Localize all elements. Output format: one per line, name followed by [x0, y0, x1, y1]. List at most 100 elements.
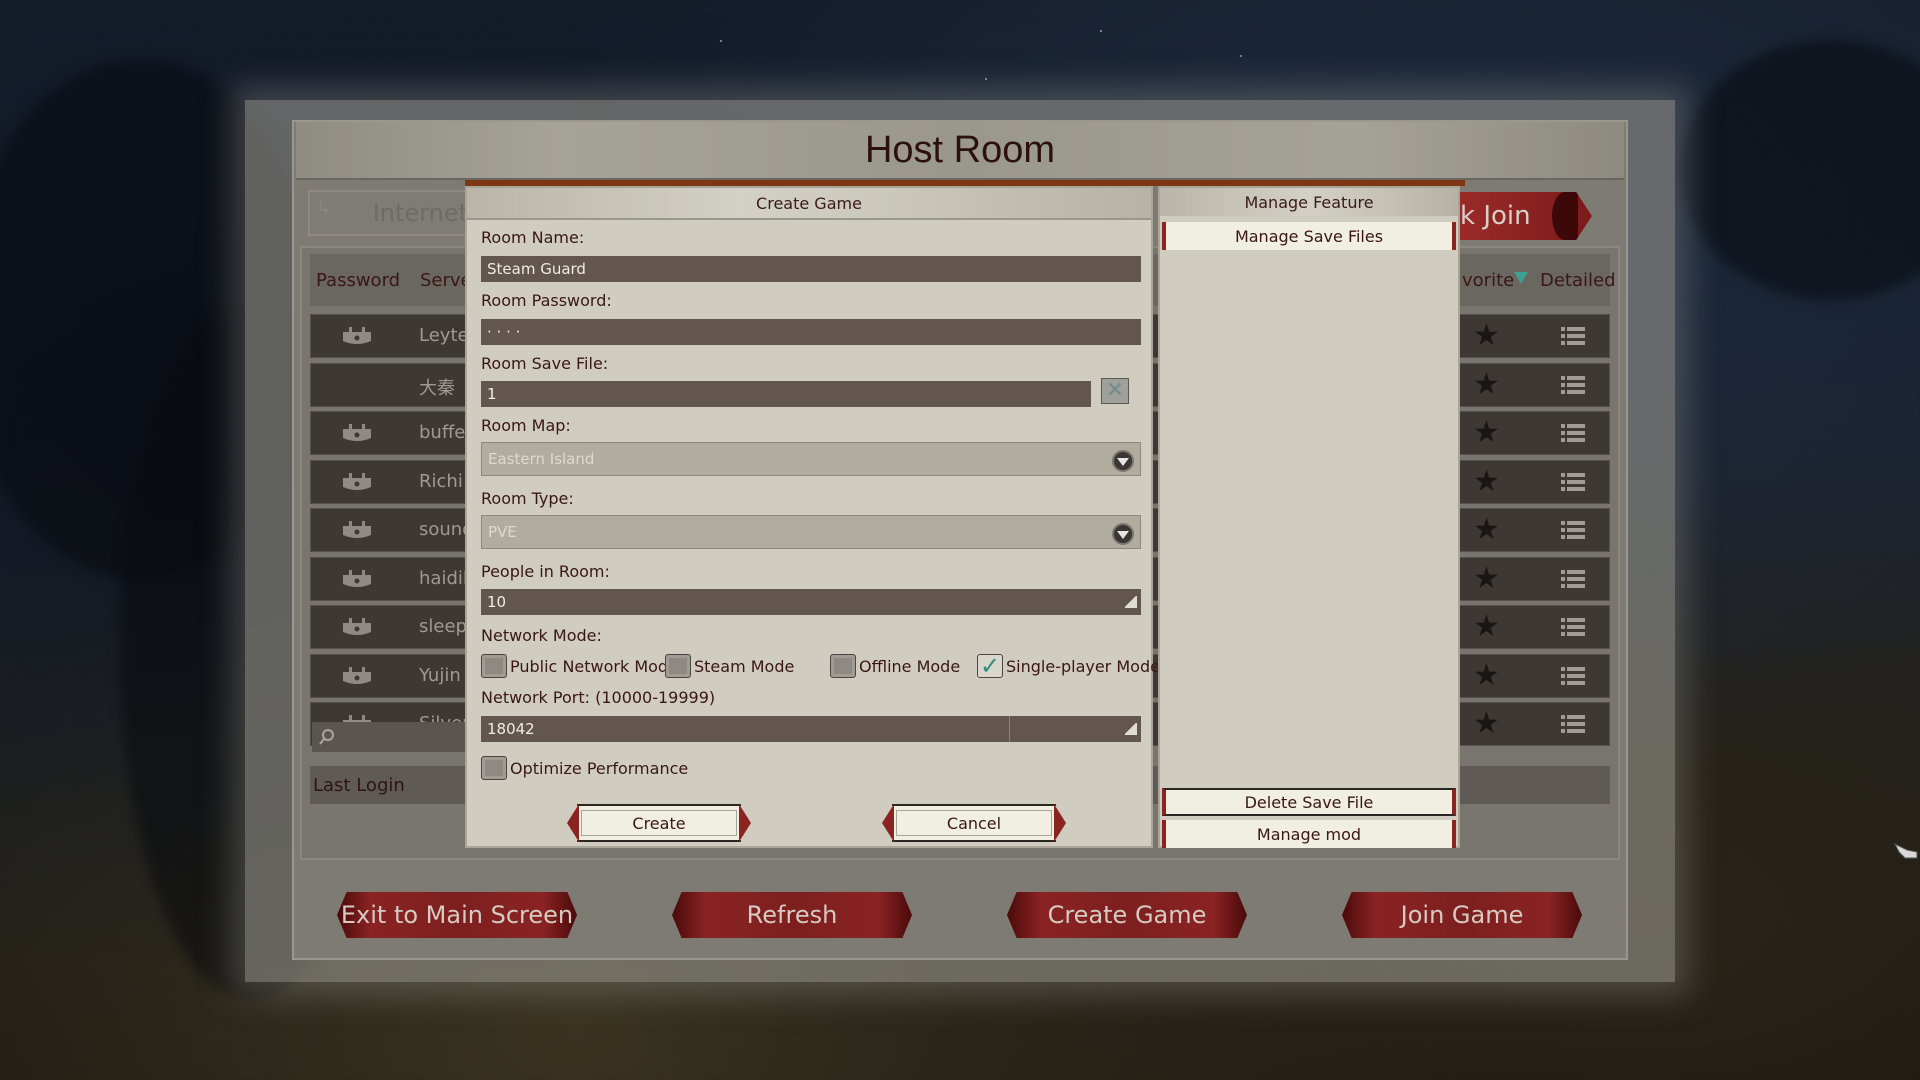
checkbox-optimize-performance[interactable]: Optimize Performance: [481, 756, 688, 780]
details-list-icon[interactable]: [1561, 569, 1585, 588]
favorite-star-icon[interactable]: ★: [1473, 563, 1500, 594]
chevron-down-icon[interactable]: [1112, 523, 1134, 545]
checkbox-label: Optimize Performance: [510, 758, 689, 778]
checkbox-label: Single-player Mode: [1006, 656, 1160, 676]
room-name-input[interactable]: Steam Guard: [481, 256, 1141, 282]
refresh-button[interactable]: Refresh: [672, 892, 912, 938]
server-name: 大秦: [419, 377, 455, 399]
page-title: Host Room: [864, 128, 1056, 171]
checkbox-box[interactable]: [830, 654, 856, 678]
search-bar[interactable]: [312, 722, 472, 752]
exit-label: Exit to Main Screen: [340, 901, 574, 929]
create-game-button[interactable]: Create Game: [1007, 892, 1247, 938]
room-password-value: · · · ·: [487, 323, 521, 341]
checkbox-label: Steam Mode: [694, 656, 795, 676]
details-list-icon[interactable]: [1561, 327, 1585, 345]
create-button[interactable]: Create: [577, 804, 741, 842]
checkbox-single-player-mode[interactable]: ✓ Single-player Mode: [977, 652, 1160, 680]
details-list-icon[interactable]: [1561, 715, 1585, 733]
network-mode-group: Public Network Mode Steam Mode Offline M…: [481, 652, 1161, 682]
title-bar: Host Room: [296, 122, 1624, 180]
details-list-icon[interactable]: [1561, 472, 1585, 491]
clear-x-icon: ✕: [1105, 378, 1125, 403]
checkbox-box[interactable]: [481, 654, 507, 678]
tab-internet[interactable]: ↳ Internet: [308, 190, 478, 236]
room-map-label: Room Map:: [481, 416, 571, 435]
details-list-icon[interactable]: [1561, 521, 1585, 539]
delete-save-file-button[interactable]: Delete Save File: [1162, 788, 1456, 816]
delete-save-file-label: Delete Save File: [1244, 792, 1374, 812]
server-name: Richi: [419, 470, 463, 492]
lock-icon: [343, 472, 371, 490]
checkbox-label: Offline Mode: [859, 656, 961, 676]
room-password-input[interactable]: · · · ·: [481, 319, 1141, 345]
people-in-room-input[interactable]: 10: [481, 589, 1141, 615]
checkmark-icon[interactable]: ✓: [977, 652, 1003, 680]
checkbox-steam-mode[interactable]: Steam Mode: [665, 654, 794, 678]
manage-feature-title: Manage Feature: [1244, 192, 1374, 212]
checkbox-offline-mode[interactable]: Offline Mode: [830, 654, 960, 678]
details-list-icon[interactable]: [1561, 618, 1585, 636]
lock-icon: [343, 327, 371, 344]
column-detailed[interactable]: Detailed: [1540, 270, 1616, 291]
quick-join-button[interactable]: k Join: [1460, 192, 1592, 240]
manage-feature-panel: Manage Feature Manage Save Files Delete …: [1158, 186, 1460, 848]
network-port-value: 18042: [487, 720, 535, 738]
search-icon: [319, 729, 334, 745]
checkbox-public-network-mode[interactable]: Public Network Mode: [481, 654, 678, 678]
button-frame: [581, 810, 737, 836]
palm-silhouette: [1680, 40, 1920, 300]
clear-save-file-button[interactable]: ✕: [1101, 378, 1129, 404]
favorite-star-icon[interactable]: ★: [1473, 418, 1500, 448]
lock-icon: [343, 666, 371, 684]
lock-icon: [343, 521, 371, 538]
column-server[interactable]: Serve: [420, 270, 472, 291]
favorite-star-icon[interactable]: ★: [1473, 612, 1500, 642]
room-type-select[interactable]: PVE: [481, 515, 1141, 549]
resize-handle-icon: [1125, 723, 1137, 735]
manage-save-files-button[interactable]: Manage Save Files: [1162, 222, 1456, 250]
chevron-down-icon[interactable]: [1112, 450, 1134, 472]
exit-to-main-screen-button[interactable]: Exit to Main Screen: [337, 892, 577, 938]
details-list-icon[interactable]: [1561, 375, 1585, 394]
room-map-select[interactable]: Eastern Island: [481, 442, 1141, 476]
join-game-button[interactable]: Join Game: [1342, 892, 1582, 938]
checkbox-box[interactable]: [665, 654, 691, 678]
favorite-star-icon[interactable]: ★: [1473, 369, 1500, 400]
checkbox-label: Public Network Mode: [510, 656, 678, 676]
favorite-star-icon[interactable]: ★: [1473, 321, 1500, 351]
create-game-label: Create Game: [1047, 901, 1207, 929]
network-mode-label: Network Mode:: [481, 626, 602, 645]
cancel-button[interactable]: Cancel: [892, 804, 1056, 842]
column-favorite[interactable]: vorite: [1462, 270, 1514, 291]
room-type-label: Room Type:: [481, 489, 574, 508]
refresh-label: Refresh: [746, 901, 838, 929]
column-password[interactable]: Password: [316, 270, 400, 291]
checkbox-box[interactable]: [481, 756, 507, 780]
star: [1240, 55, 1242, 57]
lock-icon: [343, 569, 371, 587]
favorite-star-icon[interactable]: ★: [1473, 466, 1500, 497]
manage-mod-label: Manage mod: [1256, 824, 1362, 844]
room-save-file-input[interactable]: 1: [481, 381, 1091, 407]
lock-icon: [343, 618, 371, 635]
manage-mod-button[interactable]: Manage mod: [1162, 820, 1456, 848]
manage-feature-header: Manage Feature: [1160, 188, 1458, 216]
details-list-icon[interactable]: [1561, 424, 1585, 442]
favorite-star-icon[interactable]: ★: [1473, 515, 1500, 545]
details-list-icon[interactable]: [1561, 666, 1585, 685]
resize-handle-icon: [1125, 596, 1137, 608]
room-password-label: Room Password:: [481, 291, 612, 310]
star: [1100, 30, 1102, 32]
favorite-star-icon[interactable]: ★: [1473, 660, 1500, 691]
network-port-input[interactable]: 18042: [481, 716, 1141, 742]
room-name-label: Room Name:: [481, 228, 585, 247]
server-name: Leyte: [419, 325, 469, 346]
room-save-file-value: 1: [487, 385, 497, 403]
room-save-file-label: Room Save File:: [481, 354, 609, 373]
room-type-value: PVE: [488, 523, 517, 541]
favorite-star-icon[interactable]: ★: [1473, 709, 1500, 739]
quick-join-label: k Join: [1460, 201, 1531, 231]
room-name-value: Steam Guard: [487, 260, 586, 278]
sort-down-icon[interactable]: [1514, 272, 1528, 284]
